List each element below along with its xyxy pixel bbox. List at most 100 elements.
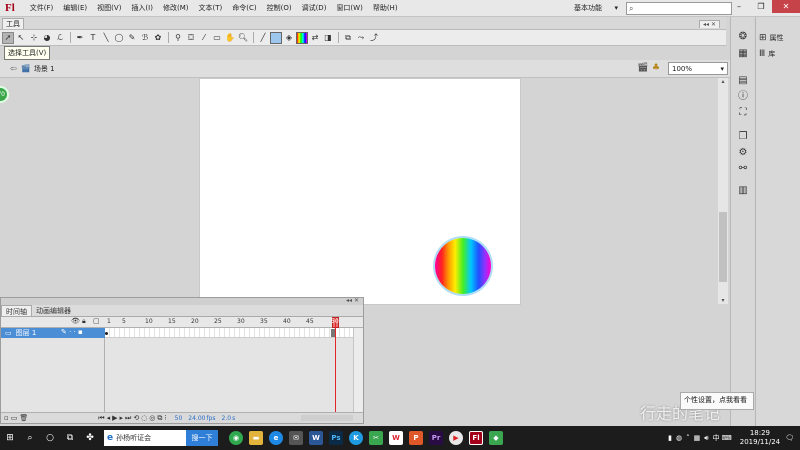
eyedropper-tool-icon[interactable]: ⁄ bbox=[198, 32, 210, 44]
notifications-icon[interactable]: 🗨︎ bbox=[785, 434, 794, 442]
eraser-tool-icon[interactable]: ▭ bbox=[211, 32, 223, 44]
straighten-icon[interactable]: ⤴ bbox=[368, 32, 380, 44]
properties-tab[interactable]: ⊞ 属性 bbox=[759, 33, 784, 43]
pdf-reader-icon[interactable]: P bbox=[409, 431, 423, 445]
pinwheel-app-icon[interactable]: ✤ bbox=[80, 426, 100, 450]
panel-collapse-icon[interactable]: ◂◂ ✕ bbox=[346, 297, 359, 304]
pencil-tool-icon[interactable]: ✎ bbox=[126, 32, 138, 44]
menu-file[interactable]: 文件(F) bbox=[25, 3, 59, 13]
text-tool-icon[interactable]: T bbox=[87, 32, 99, 44]
lasso-tool-icon[interactable]: ℒ bbox=[54, 32, 66, 44]
paint-bucket-tool-icon[interactable]: ⛋ bbox=[185, 32, 197, 44]
oval-tool-icon[interactable]: ◯ bbox=[113, 32, 125, 44]
selection-tool-icon[interactable]: ➚ bbox=[2, 31, 14, 44]
modify-markers-icon[interactable]: ⁝ bbox=[164, 414, 166, 422]
help-search-input[interactable]: ⌕ bbox=[626, 2, 732, 15]
onion-skin-icon[interactable]: ◌ bbox=[141, 414, 147, 422]
loop-icon[interactable]: ⟲ bbox=[133, 414, 139, 422]
workspace-select[interactable]: 基本功能 ▾ bbox=[572, 2, 620, 14]
deco-tool-icon[interactable]: ✿ bbox=[152, 32, 164, 44]
battery-icon[interactable]: ▮ bbox=[668, 434, 672, 442]
keyboard-icon[interactable]: ⌨ bbox=[722, 434, 732, 442]
panel-collapse-icon[interactable]: ◂◂ ✕ bbox=[699, 20, 720, 28]
menu-commands[interactable]: 命令(C) bbox=[227, 3, 261, 13]
close-button[interactable]: ✕ bbox=[772, 0, 800, 13]
library-tab[interactable]: Ⅲ 库 bbox=[759, 49, 775, 59]
edit-scene-icon[interactable]: 🎬︎ bbox=[637, 63, 648, 73]
step-forward-icon[interactable]: ▸ bbox=[119, 414, 123, 422]
go-to-last-frame-icon[interactable]: ⏭ bbox=[125, 414, 131, 423]
menu-text[interactable]: 文本(T) bbox=[193, 3, 227, 13]
smooth-icon[interactable]: ⤳ bbox=[355, 32, 367, 44]
lock-icon[interactable]: 🔒︎ bbox=[82, 317, 86, 326]
menu-window[interactable]: 窗口(W) bbox=[331, 3, 367, 13]
android-app-icon[interactable]: ◆ bbox=[489, 431, 503, 445]
stroke-swatch-icon[interactable] bbox=[270, 31, 282, 44]
tab-timeline[interactable]: 时间轴 bbox=[1, 305, 32, 316]
kugou-music-icon[interactable]: K bbox=[349, 431, 363, 445]
360-browser-icon[interactable]: ◉ bbox=[229, 431, 243, 445]
mail-icon[interactable]: ✉ bbox=[289, 431, 303, 445]
new-folder-icon[interactable]: ▭ bbox=[11, 414, 18, 422]
network-icon[interactable]: ▦ bbox=[694, 434, 701, 442]
menu-view[interactable]: 视图(V) bbox=[92, 3, 126, 13]
components-panel-icon[interactable]: ⚙ bbox=[737, 147, 749, 159]
taskbar-search-button[interactable]: 搜一下 bbox=[186, 430, 218, 446]
ime-indicator[interactable]: 中 bbox=[713, 433, 720, 443]
info-panel-icon[interactable]: ⓘ bbox=[737, 91, 749, 103]
color-panel-icon[interactable]: ❂ bbox=[737, 31, 749, 43]
eye-icon[interactable]: 👁︎ bbox=[71, 317, 80, 325]
layer-row[interactable]: ▭ 图层 1 ✎ · · ▪ bbox=[1, 328, 105, 338]
fill-color-icon[interactable]: ◈ bbox=[283, 32, 295, 44]
go-to-first-frame-icon[interactable]: ⏮ bbox=[98, 414, 104, 423]
restore-button[interactable]: ❐ bbox=[750, 0, 772, 13]
outline-icon[interactable]: ▢ bbox=[93, 317, 100, 325]
brush-tool-icon[interactable]: ℬ bbox=[139, 32, 151, 44]
snap-magnet-icon[interactable]: ⧉ bbox=[342, 32, 354, 44]
delete-layer-icon[interactable]: 🗑︎ bbox=[19, 414, 28, 422]
media-player-icon[interactable]: ▶ bbox=[449, 431, 463, 445]
flash-taskbar-icon[interactable]: Fl bbox=[469, 431, 483, 445]
stroke-color-icon[interactable]: ╱ bbox=[257, 32, 269, 44]
windows-start-icon[interactable]: ⊞ bbox=[0, 426, 20, 450]
zoom-tool-icon[interactable]: 🔍︎ bbox=[237, 32, 249, 44]
tools-panel-tab[interactable]: 工具 bbox=[2, 18, 24, 29]
file-explorer-icon[interactable]: ▬ bbox=[249, 431, 263, 445]
app-tray-icon[interactable]: ◍ bbox=[676, 434, 682, 442]
volume-icon[interactable]: 🔊︎ bbox=[704, 434, 708, 443]
scroll-up-icon[interactable]: ▴ bbox=[718, 78, 728, 85]
edit-symbols-icon[interactable]: ♣ bbox=[652, 63, 660, 73]
swatches-panel-icon[interactable]: ▦ bbox=[737, 48, 749, 60]
taskbar-search-input[interactable]: e 孙杨听证会 bbox=[104, 430, 186, 446]
photoshop-icon[interactable]: Ps bbox=[329, 431, 343, 445]
word-icon[interactable]: W bbox=[309, 431, 323, 445]
timeline-horizontal-scrollbar[interactable] bbox=[301, 415, 353, 421]
task-view-icon[interactable]: ⧉ bbox=[60, 426, 80, 450]
history-panel-icon[interactable]: ▥ bbox=[737, 185, 749, 197]
tab-motion-editor[interactable]: 动画编辑器 bbox=[32, 305, 75, 316]
menu-help[interactable]: 帮助(H) bbox=[368, 3, 403, 13]
minimize-button[interactable]: – bbox=[728, 0, 750, 13]
hand-tool-icon[interactable]: ✋ bbox=[224, 32, 236, 44]
default-colors-icon[interactable]: ◨ bbox=[322, 32, 334, 44]
keyframe-marker[interactable] bbox=[105, 332, 108, 335]
premiere-icon[interactable]: Pr bbox=[429, 431, 443, 445]
cortana-icon[interactable]: ○ bbox=[40, 426, 60, 450]
timeline-vertical-scrollbar[interactable] bbox=[353, 328, 363, 413]
subselection-tool-icon[interactable]: ↖ bbox=[15, 32, 27, 44]
free-transform-tool-icon[interactable]: ⊹ bbox=[28, 32, 40, 44]
edit-multiple-frames-icon[interactable]: ⧉ bbox=[157, 414, 162, 423]
chevron-up-icon[interactable]: ˄ bbox=[686, 434, 690, 442]
menu-modify[interactable]: 修改(M) bbox=[158, 3, 194, 13]
current-frame-value[interactable]: 50 bbox=[175, 415, 183, 422]
3d-rotation-tool-icon[interactable]: ◕ bbox=[41, 32, 53, 44]
notification-toast[interactable]: 个性设置，点我看看 bbox=[680, 392, 754, 410]
snipping-tool-icon[interactable]: ✂ bbox=[369, 431, 383, 445]
play-icon[interactable]: ▶ bbox=[112, 414, 117, 422]
bone-tool-icon[interactable]: ⚲ bbox=[172, 32, 184, 44]
stage-vertical-scrollbar[interactable]: ▴ ▾ bbox=[718, 78, 728, 304]
step-back-icon[interactable]: ◂ bbox=[107, 414, 111, 422]
motion-presets-icon[interactable]: ⚯ bbox=[737, 163, 749, 175]
edge-browser-icon[interactable]: e bbox=[269, 431, 283, 445]
wps-icon[interactable]: W bbox=[389, 431, 403, 445]
